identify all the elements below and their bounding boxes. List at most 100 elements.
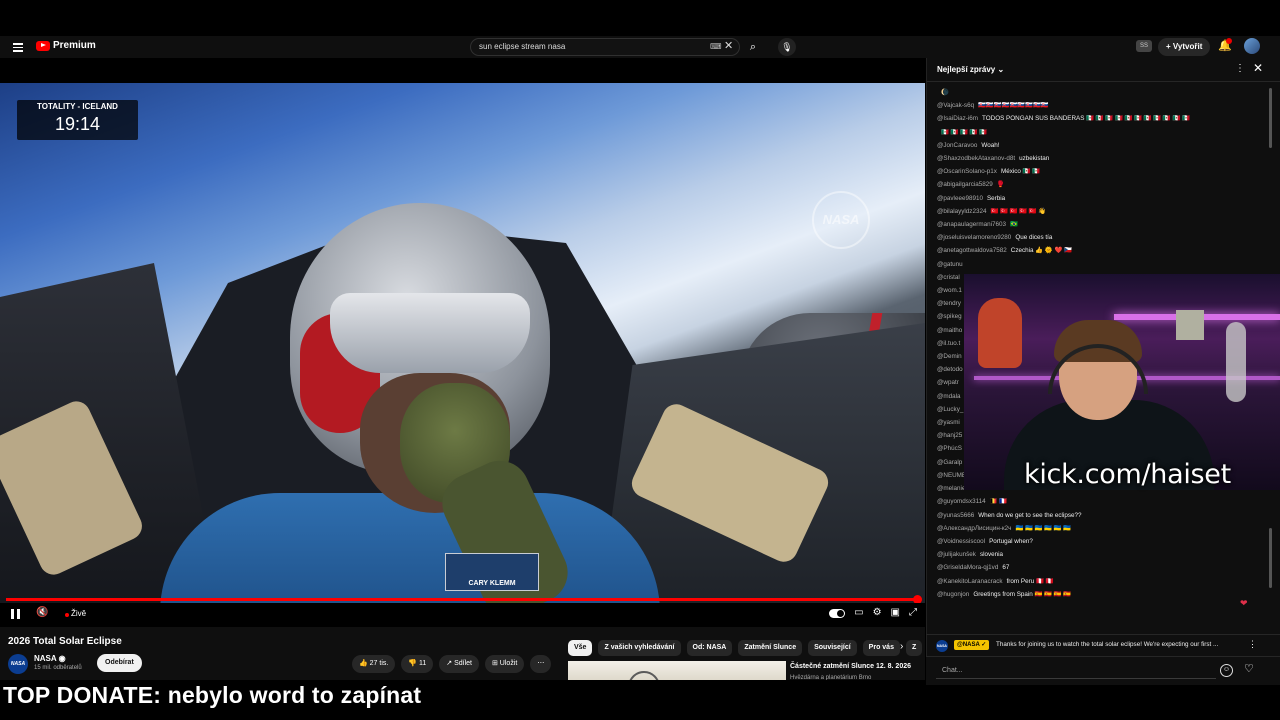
filter-chip[interactable]: Související [808,640,857,656]
chat-author[interactable]: @KanekitoLaranacrack [937,578,1003,585]
chat-author[interactable]: @tendry [937,300,961,307]
mute-icon[interactable]: 🔇 [36,607,48,618]
chat-author[interactable]: @mdala [937,393,961,400]
chat-author[interactable]: @anetagottwaldova7582 [937,247,1007,254]
chat-author[interactable]: @gatunu [937,261,963,268]
chat-author[interactable]: @joseluisvelamoreno9280 [937,234,1011,241]
chat-message[interactable]: @gatunu [937,258,1269,271]
chat-message[interactable]: @abigailgarcia5829 🥊 [937,178,1269,191]
chat-message[interactable]: @julijakunšek slovenia [937,548,1269,561]
more-vert-icon[interactable]: ⋮ [1248,639,1257,650]
chat-author[interactable]: @spikeg [937,313,962,320]
share-button[interactable]: ↗ Sdílet [439,655,479,673]
filter-chip[interactable]: Z [905,640,923,656]
chat-author[interactable]: @detodo [937,366,963,373]
chat-message[interactable]: @GriseldaMora-qj1vd 67 [937,561,1269,574]
dislike-button[interactable]: 👎 11 [401,655,434,673]
recommended-title[interactable]: Částečné zatmění Slunce 12. 8. 2026 [790,663,911,670]
live-label[interactable]: Živě [71,609,86,618]
chat-message[interactable]: @yunas5666 When do we get to see the ecli… [937,509,1269,522]
chat-author[interactable]: @bilalayyldz2324 [937,208,986,215]
progress-bar[interactable] [6,595,923,604]
chat-input[interactable]: Chat... [936,663,1216,679]
filter-chip[interactable]: Od: NASA [686,640,733,656]
chat-message[interactable]: @guyomdsx3114 🇧🇪 🇫🇷 [937,495,1269,508]
chat-author[interactable]: @yunas5666 [937,512,974,519]
filter-chip[interactable]: Vše [568,640,593,656]
subtitles-icon[interactable]: ▭ [854,607,863,618]
chat-message[interactable]: @KanekitoLaranacrack from Peru 🇵🇪 🇵🇪 [937,575,1269,588]
chat-author[interactable]: @АлександрЛисицин-к2ч [937,525,1011,532]
chat-author[interactable]: @JonCaravoo [937,142,977,149]
chat-author[interactable]: @julijakunšek [937,551,976,558]
chat-message[interactable]: @АлександрЛисицин-к2ч 🇺🇦 🇺🇦 🇺🇦 🇺🇦 🇺🇦 🇺🇦 [937,522,1269,535]
channel-avatar[interactable]: NASA [8,654,28,674]
pause-icon[interactable] [11,609,20,619]
search-button[interactable]: ⌕ [742,38,764,56]
chat-message[interactable]: @Voidnessiscool Portugal when? [937,535,1269,548]
chat-message[interactable]: @OscarinSolano-p1x México 🇲🇽 🇲🇽 [937,165,1269,178]
more-vert-icon[interactable]: ⋮ [1235,63,1245,74]
chat-mode-dropdown[interactable]: Nejlepší zprávy ⌄ [937,65,1004,74]
video-player[interactable]: CARY KLEMM NASA [0,83,925,603]
chat-author[interactable]: @wom.1 [937,287,962,294]
chat-author[interactable]: @OscarinSolano-p1x [937,168,997,175]
chat-author[interactable]: @hanj25 [937,432,962,439]
chat-author[interactable]: @PhúcS [937,445,962,452]
chat-message[interactable]: @hugonjon Greetings from Spain 🇪🇸 🇪🇸 🇪🇸 🇪… [937,588,1269,601]
chat-message[interactable]: @JonCaravoo Woah! [937,139,1269,152]
filter-chip[interactable]: Pro vás [862,640,900,656]
chat-author[interactable]: @ShaxzodbekAtaxanov-d8t [937,155,1015,162]
chat-author[interactable]: @GriseldaMora-qj1vd [937,564,998,571]
chat-author[interactable]: @Vajcak-s6q [937,102,974,109]
chat-author[interactable]: @maitho [937,327,962,334]
miniplayer-icon[interactable]: ▣ [891,607,900,618]
subscribe-button[interactable]: Odebírat [97,654,142,672]
chat-author[interactable]: @Garalp [937,459,962,466]
chat-author[interactable]: @wpatr [937,379,959,386]
chat-message[interactable]: @anapaulagermani7603 🇧🇷 [937,218,1269,231]
chat-scrollbar-lower[interactable] [1269,528,1272,588]
settings-icon[interactable]: ⚙ [873,607,882,618]
more-actions-button[interactable]: ⋯ [530,655,552,673]
chat-author[interactable]: @Demin [937,353,962,360]
create-button[interactable]: + Vytvořit [1158,38,1211,56]
search-input[interactable]: sun eclipse stream nasa [470,38,740,56]
filter-chip[interactable]: Zatmění Slunce [738,640,803,656]
chat-author[interactable]: @Lucky_ [937,406,963,413]
emoji-icon[interactable]: ☺ [1220,664,1233,677]
chat-author[interactable]: @il.tuo.t [937,340,960,347]
chat-author[interactable]: @pavleee98910 [937,195,983,202]
channel-name[interactable]: NASA ◉ [34,654,66,663]
mic-icon[interactable]: 🎙 [778,38,796,56]
chat-author[interactable]: @anapaulagermani7603 [937,221,1006,228]
save-button[interactable]: ⊞ Uložit [485,655,525,673]
autoplay-toggle[interactable] [829,609,846,618]
menu-icon[interactable] [13,41,23,52]
chat-message[interactable]: @bilalayyldz2324 🇹🇷 🇹🇷 🇹🇷 🇹🇷 🇹🇷 👋 [937,205,1269,218]
heart-icon[interactable]: ♡ [1244,662,1254,675]
chevron-right-icon[interactable]: › [900,641,903,652]
pinned-message[interactable]: NASA @NASA ✓ Thanks for joining us to wa… [926,634,1280,654]
youtube-logo[interactable]: Premium [36,40,96,51]
like-button[interactable]: 👍 27 tis. [352,655,396,673]
chat-author[interactable]: @guyomdsx3114 [937,498,986,505]
chat-message[interactable]: 🌘 [937,86,1269,99]
chat-author[interactable]: @Voidnessiscool [937,538,985,545]
filter-chip[interactable]: Z vašich vyhledávání [598,640,681,656]
chat-message[interactable]: @IsaiDiaz-i6m TODOS PONGAN SUS BANDERAS 🇲… [937,112,1269,125]
close-icon[interactable]: ✕ [1253,61,1263,75]
clear-search-icon[interactable]: ✕ [724,39,733,52]
fullscreen-icon[interactable]: ⤢ [909,607,917,618]
chat-message[interactable]: @joseluisvelamoreno9280 Que dices tía [937,231,1269,244]
chat-author[interactable]: @IsaiDiaz-i6m [937,115,978,122]
chat-author[interactable]: @abigailgarcia5829 [937,181,993,188]
chat-message[interactable]: @pavleee98910 Serbia [937,192,1269,205]
avatar[interactable] [1244,38,1260,54]
chat-message[interactable]: @Vajcak-s6q 🇸🇰🇸🇰🇸🇰🇸🇰🇸🇰🇸🇰🇸🇰🇸🇰🇸🇰 [937,99,1269,112]
chat-message[interactable]: @ShaxzodbekAtaxanov-d8t uzbekistan [937,152,1269,165]
chat-author[interactable]: @yasmi [937,419,960,426]
chat-author[interactable]: @hugonjon [937,591,969,598]
chat-author[interactable]: @cristal [937,274,960,281]
chat-scrollbar[interactable] [1269,88,1272,148]
